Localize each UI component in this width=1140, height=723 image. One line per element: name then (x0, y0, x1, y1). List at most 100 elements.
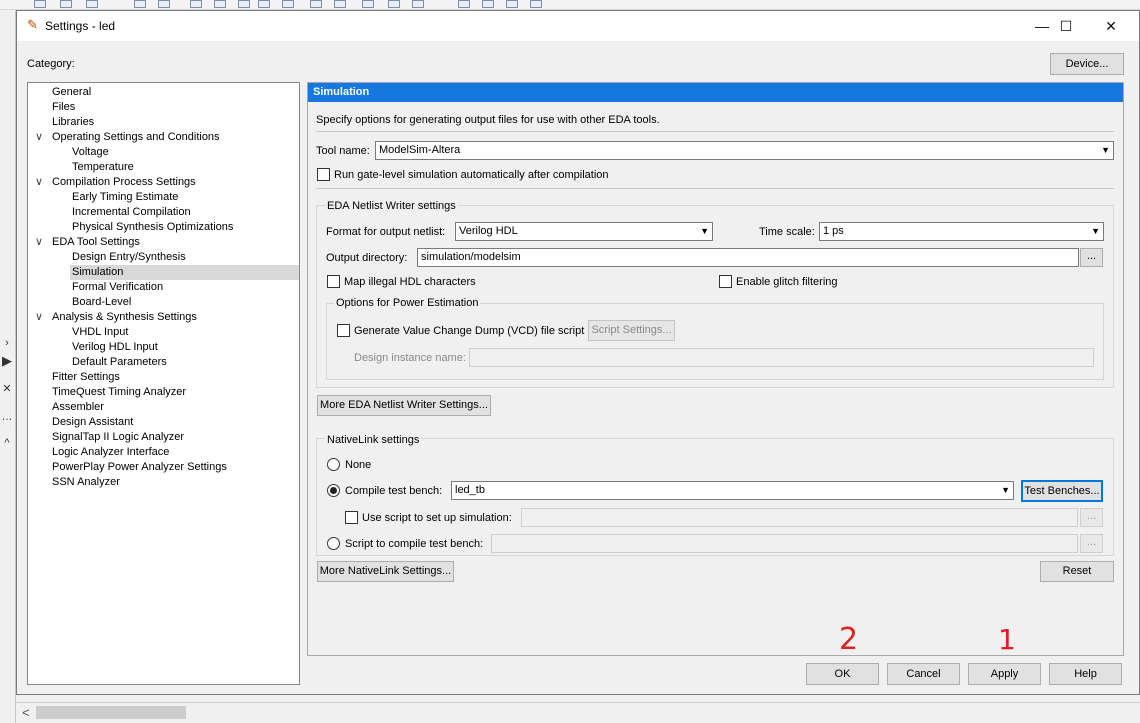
divider (316, 131, 1114, 132)
close-icon: ✕ (2, 383, 12, 395)
tree-item[interactable]: VHDL Input (72, 325, 128, 340)
tree-item[interactable]: Logic Analyzer Interface (52, 445, 169, 460)
tree-item[interactable]: Analysis & Synthesis Settings (52, 310, 197, 325)
compile-test-bench-select[interactable]: led_tb ▼ (451, 481, 1014, 500)
power-group-title: Options for Power Estimation (334, 296, 481, 310)
script-settings-button[interactable]: Script Settings... (588, 320, 675, 341)
help-button[interactable]: Help (1049, 663, 1122, 685)
settings-dialog: ✎ Settings - led — ☐ ✕ Category: Device.… (16, 10, 1140, 695)
more-nativelink-settings-button[interactable]: More NativeLink Settings... (317, 561, 454, 582)
device-button[interactable]: Device... (1050, 53, 1124, 75)
tree-item[interactable]: Operating Settings and Conditions (52, 130, 220, 145)
background-horizontal-scrollbar[interactable]: < (16, 702, 1140, 723)
chevron-down-icon[interactable]: ∨ (34, 130, 44, 145)
use-script-checkbox[interactable] (345, 511, 358, 524)
tree-item[interactable]: Physical Synthesis Optimizations (72, 220, 233, 235)
toolbar-icon (482, 0, 494, 8)
category-label: Category: (27, 58, 75, 70)
format-select[interactable]: Verilog HDL ▼ (455, 222, 713, 241)
toolbar-icon (158, 0, 170, 8)
netlist-group-title: EDA Netlist Writer settings (325, 199, 458, 213)
test-benches-button[interactable]: Test Benches... (1021, 480, 1103, 502)
tree-item[interactable]: SSN Analyzer (52, 475, 120, 490)
time-scale-select[interactable]: 1 ps ▼ (819, 222, 1104, 241)
tree-item[interactable]: Simulation (70, 265, 299, 280)
compile-test-bench-value: led_tb (455, 484, 485, 496)
simulation-panel: Simulation Specify options for generatin… (307, 82, 1124, 656)
tree-item[interactable]: Default Parameters (72, 355, 167, 370)
none-radio[interactable] (327, 458, 340, 471)
apply-button[interactable]: Apply (968, 663, 1041, 685)
tree-item[interactable]: Verilog HDL Input (72, 340, 158, 355)
category-tree[interactable]: General Files Libraries Operating Settings … (27, 82, 300, 685)
scroll-left-icon[interactable]: < (22, 705, 30, 720)
close-button[interactable]: ✕ (1088, 11, 1134, 41)
chevron-down-icon[interactable]: ∨ (34, 310, 44, 325)
panel-description: Specify options for generating output fi… (316, 114, 660, 126)
script-compile-input[interactable] (491, 534, 1078, 553)
tree-item[interactable]: General (52, 85, 91, 100)
script-compile-label: Script to compile test bench: (345, 538, 484, 550)
tree-item[interactable]: Formal Verification (72, 280, 163, 295)
tree-item[interactable]: PowerPlay Power Analyzer Settings (52, 460, 227, 475)
cancel-button[interactable]: Cancel (887, 663, 960, 685)
more-netlist-settings-button[interactable]: More EDA Netlist Writer Settings... (317, 395, 491, 416)
tree-item[interactable]: Design Entry/Synthesis (72, 250, 186, 265)
tree-item[interactable]: Early Timing Estimate (72, 190, 178, 205)
reset-button[interactable]: Reset (1040, 561, 1114, 582)
tree-item[interactable]: Assembler (52, 400, 104, 415)
design-instance-label: Design instance name: (354, 352, 466, 364)
tree-item[interactable]: Voltage (72, 145, 109, 160)
glitch-filtering-checkbox[interactable] (719, 275, 732, 288)
dropdown-arrow-icon: ▼ (700, 226, 709, 236)
toolbar-icon (86, 0, 98, 8)
window-title: Settings - led (45, 19, 116, 33)
compile-test-bench-label: Compile test bench: (345, 485, 443, 497)
toolbar-icon (258, 0, 270, 8)
tree-item[interactable]: TimeQuest Timing Analyzer (52, 385, 186, 400)
toolbar-icon (34, 0, 46, 8)
tree-item[interactable]: Libraries (52, 115, 94, 130)
toolbar-icon (214, 0, 226, 8)
use-script-label: Use script to set up simulation: (362, 512, 512, 524)
map-illegal-checkbox[interactable] (327, 275, 340, 288)
output-directory-label: Output directory: (326, 252, 408, 264)
use-script-input[interactable] (521, 508, 1078, 527)
tree-item[interactable]: EDA Tool Settings (52, 235, 140, 250)
nativelink-group-title: NativeLink settings (325, 433, 422, 447)
chevron-down-icon[interactable]: ∨ (34, 175, 44, 190)
scrollbar-thumb[interactable] (36, 706, 186, 719)
toolbar-icon (334, 0, 346, 8)
tree-item[interactable]: Fitter Settings (52, 370, 120, 385)
run-gate-level-checkbox[interactable] (317, 168, 330, 181)
ok-button[interactable]: OK (806, 663, 879, 685)
annotation-mark-2: 2 (839, 622, 859, 657)
output-directory-input[interactable]: simulation/modelsim (417, 248, 1079, 267)
design-instance-input[interactable] (469, 348, 1094, 367)
use-script-browse-button[interactable]: ... (1080, 508, 1103, 527)
tree-item[interactable]: Design Assistant (52, 415, 133, 430)
title-bar[interactable]: ✎ Settings - led — ☐ ✕ (17, 11, 1139, 41)
settings-pencil-icon: ✎ (27, 17, 38, 32)
tree-item[interactable]: Compilation Process Settings (52, 175, 196, 190)
script-compile-radio[interactable] (327, 537, 340, 550)
maximize-button[interactable]: ☐ (1043, 11, 1089, 41)
dropdown-arrow-icon: ▼ (1091, 226, 1100, 236)
tree-item[interactable]: Files (52, 100, 75, 115)
tool-name-select[interactable]: ModelSim-Altera ▼ (375, 141, 1114, 160)
time-scale-value: 1 ps (823, 225, 844, 237)
glitch-filtering-label: Enable glitch filtering (736, 276, 838, 288)
annotation-mark-1: 1 (998, 623, 1016, 656)
vcd-checkbox[interactable] (337, 324, 350, 337)
script-compile-browse-button[interactable]: ... (1080, 534, 1103, 553)
tree-item[interactable]: SignalTap II Logic Analyzer (52, 430, 184, 445)
chevron-down-icon[interactable]: ∨ (34, 235, 44, 250)
play-icon: ▶ (2, 353, 12, 368)
format-label: Format for output netlist: (326, 226, 446, 238)
toolbar-icon (238, 0, 250, 8)
compile-test-bench-radio[interactable] (327, 484, 340, 497)
tree-item[interactable]: Temperature (72, 160, 134, 175)
tree-item[interactable]: Incremental Compilation (72, 205, 191, 220)
output-directory-browse-button[interactable]: ... (1080, 248, 1103, 267)
tree-item[interactable]: Board-Level (72, 295, 131, 310)
